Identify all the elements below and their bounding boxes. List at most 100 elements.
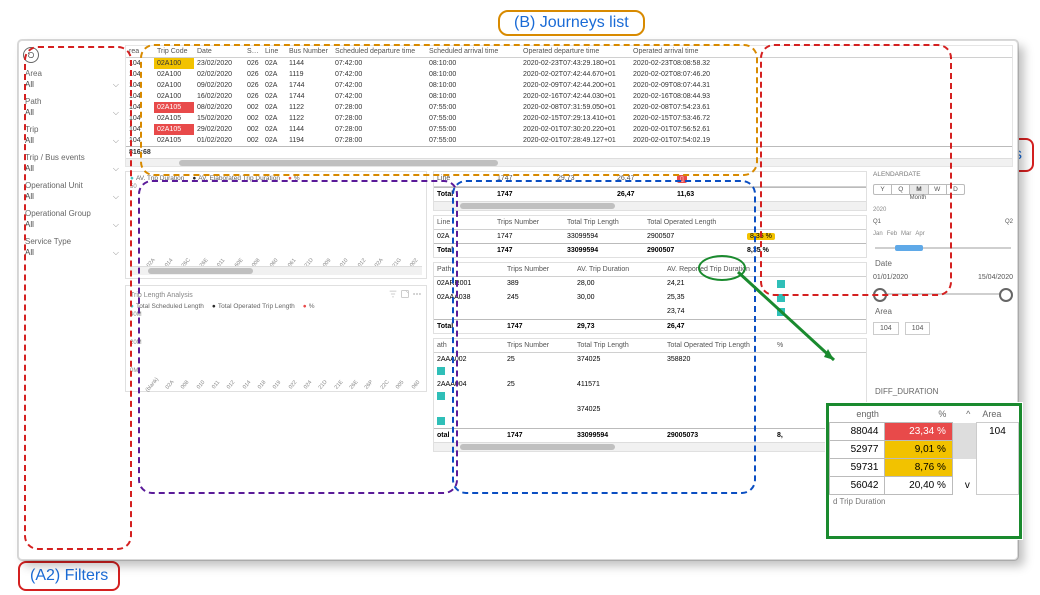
filter-dropdown[interactable]: All: [23, 162, 121, 181]
col-header[interactable]: AV. Reported Trip Duration: [664, 264, 774, 275]
table-row[interactable]: 10402A10515/02/202000202A112207:28:0007:…: [126, 113, 1012, 124]
cell: 104: [126, 69, 154, 80]
table-row[interactable]: 10402A10002/02/202002602A111907:42:0008:…: [126, 69, 1012, 80]
c: 33099594: [564, 231, 644, 242]
table-row[interactable]: 10402A10016/02/202002602A174407:42:0008:…: [126, 91, 1012, 102]
z11: 9,01 %: [885, 441, 952, 459]
filter-dropdown[interactable]: All: [23, 106, 121, 125]
refresh-icon[interactable]: [23, 47, 39, 63]
cell: 02A105: [154, 113, 194, 124]
h-scrollbar[interactable]: [126, 158, 1012, 167]
col-header[interactable]: Scheduled arrival time: [426, 46, 520, 57]
filter-dropdown[interactable]: All: [23, 246, 121, 265]
agg1-scroll[interactable]: [434, 201, 866, 210]
month-slider[interactable]: [873, 243, 1013, 253]
cell: 2AAA004: [434, 379, 504, 390]
z01: 23,34 %: [885, 423, 952, 441]
x-tick: 21E: [333, 378, 346, 391]
cell: [574, 306, 664, 318]
table-row[interactable]: 02AAA03824530,0025,35: [434, 291, 866, 305]
col-header[interactable]: Operated arrival time: [630, 46, 740, 57]
table-row[interactable]: 2AAA00225374025358820: [434, 353, 866, 378]
x-tick: 010: [194, 378, 207, 391]
cell: 08:10:00: [426, 58, 520, 69]
x-tick: 018: [256, 378, 269, 391]
cell: [774, 354, 788, 365]
y-axis-max: 50: [130, 184, 137, 190]
h: Line: [434, 173, 494, 185]
seg-w[interactable]: W: [929, 185, 947, 194]
col-header[interactable]: AV. Trip Duration: [574, 264, 664, 275]
col-header[interactable]: ath: [434, 340, 504, 351]
table-row[interactable]: 10402A10508/02/202000202A112207:28:0007:…: [126, 102, 1012, 113]
col-header[interactable]: Shift: [244, 46, 262, 57]
col-header[interactable]: Path: [434, 264, 504, 275]
col-header[interactable]: Bus Number: [286, 46, 332, 57]
table-row[interactable]: 10402A10009/02/202002602A174407:42:0008:…: [126, 80, 1012, 91]
col-header[interactable]: Total Operated Length: [644, 217, 744, 228]
table-row[interactable]: 10402A10023/02/202002602A114407:42:0008:…: [126, 58, 1012, 69]
col-header[interactable]: Scheduled departure time: [332, 46, 426, 57]
table-row[interactable]: 23,74: [434, 305, 866, 319]
area-1[interactable]: 104: [873, 322, 899, 335]
cell: 104: [126, 58, 154, 69]
cell: 23,74: [664, 306, 774, 318]
col-header[interactable]: rea: [126, 46, 154, 57]
col-header[interactable]: Total Trip Length: [574, 340, 664, 351]
date-slider[interactable]: [873, 287, 1013, 301]
table-row[interactable]: 374025: [434, 403, 866, 428]
col-header[interactable]: Line: [262, 46, 286, 57]
col-header[interactable]: Trip Code: [154, 46, 194, 57]
col-header[interactable]: Date: [194, 46, 244, 57]
filter-dropdown[interactable]: All: [23, 190, 121, 209]
seg-d[interactable]: D: [947, 185, 964, 194]
journeys-total: 816:68: [126, 147, 154, 158]
col-header[interactable]: [774, 264, 788, 275]
q1: Q1: [873, 219, 881, 225]
x-tick: 012: [225, 378, 238, 391]
cell: 07:55:00: [426, 113, 520, 124]
cell: 2AAA002: [434, 354, 504, 365]
area-2[interactable]: 104: [905, 322, 931, 335]
cell: 16/02/2020: [194, 91, 244, 102]
zh1: %: [885, 406, 952, 423]
col-header[interactable]: [744, 217, 784, 228]
c: 1747: [494, 231, 564, 242]
seg-y[interactable]: Y: [874, 185, 892, 194]
table-row[interactable]: 10402A10501/02/202000202A119407:28:0007:…: [126, 135, 1012, 146]
filter-dropdown[interactable]: All: [23, 134, 121, 153]
cell: [434, 306, 504, 318]
col-header[interactable]: Trips Number: [504, 264, 574, 275]
col-header[interactable]: Operated departure time: [520, 46, 630, 57]
z21: 8,76 %: [885, 459, 952, 477]
filter-dropdown[interactable]: All: [23, 218, 121, 237]
seg-m[interactable]: M: [910, 185, 928, 194]
table-row[interactable]: 2AAA00425411571: [434, 378, 866, 403]
filter-label: Trip / Bus events: [23, 153, 121, 162]
col-header[interactable]: %: [774, 340, 788, 351]
col-header[interactable]: Line: [434, 217, 494, 228]
cell: 07:42:00: [332, 58, 426, 69]
mon-apr: Apr: [915, 231, 924, 237]
date-to[interactable]: 15/04/2020: [978, 274, 1013, 281]
agg-path-length: athTrips NumberTotal Trip LengthTotal Op…: [433, 338, 867, 452]
agg4-scroll[interactable]: [434, 442, 866, 451]
table-row[interactable]: 10402A10529/02/202000202A114407:28:0007:…: [126, 124, 1012, 135]
date-from[interactable]: 01/01/2020: [873, 274, 908, 281]
cell: 411571: [574, 379, 664, 390]
chart1-scroll[interactable]: [130, 266, 422, 275]
seg-q[interactable]: Q: [892, 185, 910, 194]
chart-toolbar[interactable]: [388, 289, 422, 301]
col-header[interactable]: Trips Number: [504, 340, 574, 351]
cell: 1744: [286, 80, 332, 91]
chart-trip-duration: AV. Trip Duration AV. Elaborated Trip Du…: [125, 171, 427, 279]
legend-a: AV. Trip Duration: [130, 175, 184, 182]
col-header[interactable]: Total Trip Length: [564, 217, 644, 228]
filter-dropdown[interactable]: All: [23, 78, 121, 97]
col-header[interactable]: Total Operated Trip Length: [664, 340, 774, 351]
table-row[interactable]: 02ARR00138928,0024,21: [434, 277, 866, 291]
cell: 02A100: [154, 80, 194, 91]
cell: 104: [126, 102, 154, 113]
col-header[interactable]: Trips Number: [494, 217, 564, 228]
calendar-seg[interactable]: Y Q M W D: [873, 184, 965, 195]
